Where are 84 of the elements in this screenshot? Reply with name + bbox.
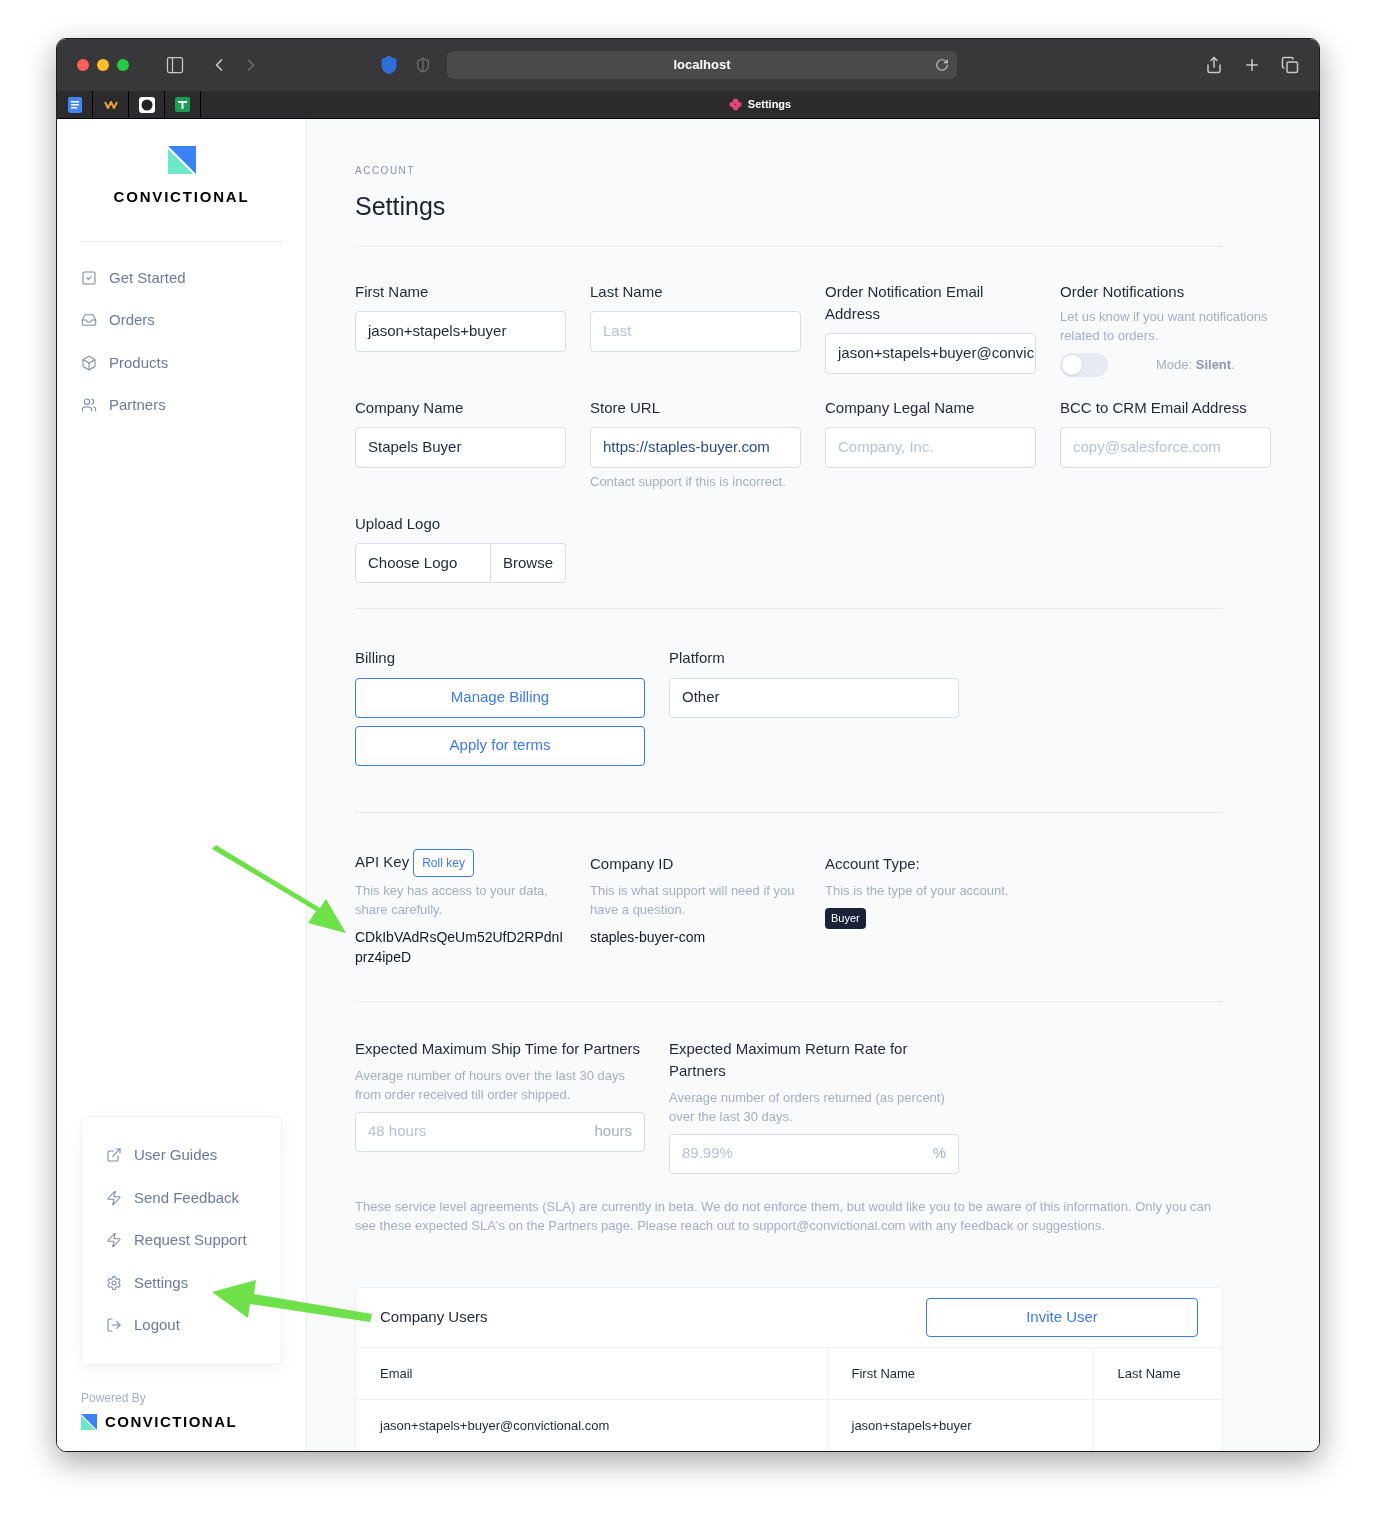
new-tab-icon[interactable] [1243,56,1261,74]
outline-button[interactable]: Apply for terms [355,725,645,766]
number-field[interactable]: 89.99% % [669,1133,959,1174]
sidebar-link[interactable]: Logout [106,1314,257,1337]
field-label: Order Notification Email Address [825,281,985,324]
box-icon [81,354,97,371]
field-description: Average number of hours over the last 30 days from order received till order shipped. [355,1066,627,1104]
field-label: API Key [355,852,410,873]
document-icon [67,96,82,113]
card-title: Company Users [380,1306,488,1327]
field-description: This is what support will need if you have a question. [590,882,796,919]
zigzag-icon [103,100,118,109]
table-cell: jason+stapels+buyer [851,1418,972,1433]
company-id-value: staples-buyer-com [590,928,707,947]
field-label: Company Legal Name [825,397,976,418]
sidebar-toggle-icon[interactable] [165,55,185,75]
nav-item[interactable]: Get Started [81,266,282,289]
file-field[interactable]: Choose Logo [355,543,491,583]
sidebar-link[interactable]: Send Feedback [106,1186,257,1209]
logo-icon [167,146,196,174]
field-label: Expected Maximum Ship Time for Partners [355,1038,642,1059]
column-header: First Name [827,1347,1093,1400]
powered-by-label: Powered By [81,1389,147,1407]
browse-button[interactable]: Browse [490,543,566,583]
lightning-icon [106,1232,122,1249]
inbox-icon [81,312,97,329]
nav-item[interactable]: Products [81,351,282,374]
users-icon [81,397,97,414]
page-eyebrow: ACCOUNT [355,164,416,178]
sidebar-link[interactable]: Request Support [106,1229,257,1252]
api-key-value: CDkIbVAdRsQeUm52UfD2RPdnIprz4ipeD [355,927,565,967]
page-title: Settings [355,191,447,222]
column-header: Email [356,1347,827,1400]
tabs-overview-icon[interactable] [1281,56,1299,74]
settings-icon [106,1274,122,1291]
field-label: Billing [355,648,397,668]
field-description: Average number of orders returned (as percent) over the last 30 days. [669,1088,946,1126]
field-label: Company ID [590,853,675,874]
field-description: This key has access to your data, share carefully. [355,881,549,919]
mode-text: Mode: Silent. [1156,355,1235,374]
spreadsheet-icon [175,97,190,112]
logo-icon [81,1413,97,1430]
brand-name: CONVICTIONAL [113,187,250,207]
flower-icon [728,98,742,111]
text-field[interactable]: jason+stapels+buyer@convic [825,332,1036,374]
address-bar[interactable]: localhost [447,51,957,79]
field-hint: Contact support if this is incorrect. [590,472,787,491]
field-label: Account Type: [825,853,921,874]
reload-icon[interactable] [935,58,949,72]
field-label: Last Name [590,281,664,302]
invite-user-button[interactable]: Invite User [926,1297,1198,1337]
account-type-badge: Buyer [825,908,866,929]
nav-item[interactable]: Orders [81,309,282,332]
sla-note: These service level agreements (SLA) are currently in beta. We do not enforce them, but would like you to be aware of this information. Only you can see these expected SLA's on the Partners page. Please reach out to support@convictional.com with any feedback or suggestions. [355,1197,1213,1235]
field-label: BCC to CRM Email Address [1060,397,1248,418]
external-link-icon [106,1147,122,1164]
brand-name: CONVICTIONAL [105,1411,238,1432]
checkbox-icon [81,269,97,286]
outline-button[interactable]: Manage Billing [355,677,645,718]
field-description: This is the type of your account. [825,882,1010,900]
text-field[interactable]: https://staples-buyer.com [590,426,801,468]
select-field[interactable]: Other [669,677,959,718]
sidebar-link[interactable]: Settings [106,1271,257,1294]
share-icon[interactable] [1205,56,1223,74]
logout-icon [106,1317,122,1334]
nav-item[interactable]: Partners [81,394,282,417]
roll-key-button[interactable]: Roll key [413,848,474,877]
field-label: Expected Maximum Return Rate for Partners [669,1038,909,1081]
field-label: Order Notifications [1060,281,1186,302]
field-label: Upload Logo [355,513,442,534]
toggle-switch[interactable] [1060,352,1108,377]
table-cell: jason+stapels+buyer@convictional.com [380,1418,610,1433]
column-header: Last Name [1093,1347,1222,1400]
field-label: Company Name [355,397,465,418]
field-label: First Name [355,281,430,302]
shield-icon[interactable] [379,55,399,75]
field-description: Let us know if you want notifications related to orders. [1060,307,1269,345]
lightning-icon [106,1189,122,1206]
field-label: Store URL [590,397,662,418]
number-field[interactable]: 48 hours hours [355,1111,645,1152]
field-label: Platform [669,648,726,668]
text-field[interactable]: Stapels Buyer [355,426,566,468]
sidebar-link[interactable]: User Guides [106,1144,257,1167]
text-field[interactable]: jason+stapels+buyer [355,310,566,352]
